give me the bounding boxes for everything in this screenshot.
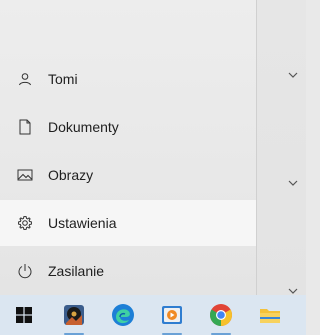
media-app-icon [64,305,84,325]
video-app-icon [162,306,182,324]
document-icon [17,119,33,135]
user-icon [17,71,33,87]
start-item-label: Ustawienia [48,215,117,231]
taskbar-video-app[interactable] [148,295,196,335]
start-item-user[interactable]: Tomi [0,56,256,102]
windows-start-icon [16,307,32,323]
start-item-settings[interactable]: Ustawienia [0,200,256,246]
taskbar-chrome[interactable] [197,295,245,335]
tiles-panel [257,0,306,295]
power-icon [17,263,33,279]
start-item-label: Dokumenty [48,119,119,135]
pictures-icon [17,167,33,183]
chrome-icon [210,304,232,326]
chevron-down-icon[interactable] [285,67,301,83]
taskbar-media-app[interactable] [50,295,98,335]
chevron-down-icon[interactable] [285,175,301,191]
taskbar [0,295,306,335]
start-item-power[interactable]: Zasilanie [0,248,256,294]
taskbar-edge[interactable] [99,295,147,335]
start-item-label: Zasilanie [48,263,105,279]
file-explorer-icon [260,309,280,323]
start-item-documents[interactable]: Dokumenty [0,104,256,150]
edge-icon [112,304,134,326]
start-item-pictures[interactable]: Obrazy [0,152,256,198]
start-item-label: Tomi [48,71,78,87]
windows-start-button[interactable] [0,295,48,335]
taskbar-file-explorer[interactable] [246,295,294,335]
gear-icon [17,215,33,231]
start-item-label: Obrazy [48,167,94,183]
